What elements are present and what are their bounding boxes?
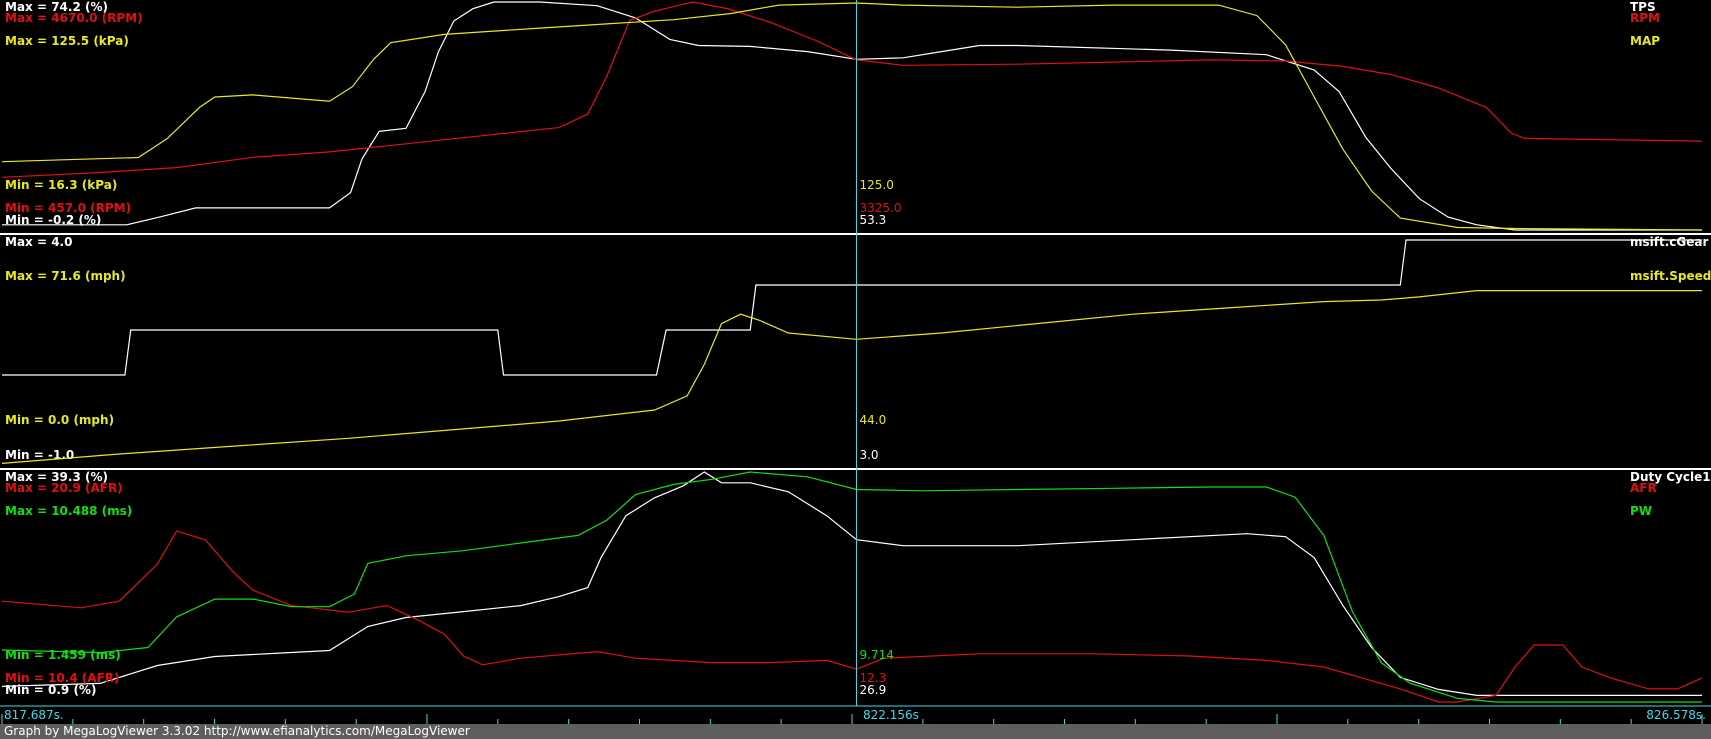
max-label-pw: Max = 10.488 (ms) xyxy=(5,504,132,518)
min-label-tps: Min = -0.2 (%) xyxy=(5,213,101,227)
cursor-value-map: 125.0 xyxy=(859,178,893,192)
min-label-map: Min = 16.3 (kPa) xyxy=(5,178,117,192)
cursor-value-tps: 53.3 xyxy=(859,213,886,227)
time-axis-end-label: 826.578s. xyxy=(1646,708,1706,722)
series-name-msift-cgear: msift.cGear xyxy=(1630,235,1708,249)
min-label-pw: Min = 1.459 (ms) xyxy=(5,648,121,662)
min-label-afr: Min = 10.4 (AFR) xyxy=(5,671,120,685)
time-axis-cursor-label: 822.156s xyxy=(863,708,919,722)
max-label-afr: Max = 20.9 (AFR) xyxy=(5,481,123,495)
cursor-value-afr: 12.3 xyxy=(859,671,886,685)
megalogviewer-chart[interactable]: Max = 74.2 (%)Min = -0.2 (%)TPS53.3Max =… xyxy=(0,0,1711,739)
max-label-msift-cgear: Max = 4.0 xyxy=(5,235,72,249)
series-name-map: MAP xyxy=(1630,34,1660,48)
time-axis-start-label: 817.687s. xyxy=(4,708,64,722)
cursor-value-rpm: 3325.0 xyxy=(859,201,901,215)
chart-background xyxy=(0,0,1711,739)
min-label-rpm: Min = 457.0 (RPM) xyxy=(5,201,131,215)
cursor-value-msift-speed: 44.0 xyxy=(859,413,886,427)
series-name-pw: PW xyxy=(1630,504,1652,518)
series-name-rpm: RPM xyxy=(1630,11,1660,25)
max-label-rpm: Max = 4670.0 (RPM) xyxy=(5,11,143,25)
min-label-duty-cycle1: Min = 0.9 (%) xyxy=(5,683,96,697)
footer-credit: Graph by MegaLogViewer 3.3.02 http://www… xyxy=(0,724,1711,739)
series-name-afr: AFR xyxy=(1630,481,1657,495)
max-label-map: Max = 125.5 (kPa) xyxy=(5,34,129,48)
min-label-msift-speed: Min = 0.0 (mph) xyxy=(5,413,114,427)
cursor-value-duty-cycle1: 26.9 xyxy=(859,683,886,697)
series-name-msift-speed: msift.Speed xyxy=(1630,269,1711,283)
cursor-value-msift-cgear: 3.0 xyxy=(859,448,878,462)
max-label-msift-speed: Max = 71.6 (mph) xyxy=(5,269,126,283)
cursor-value-pw: 9.714 xyxy=(859,648,893,662)
